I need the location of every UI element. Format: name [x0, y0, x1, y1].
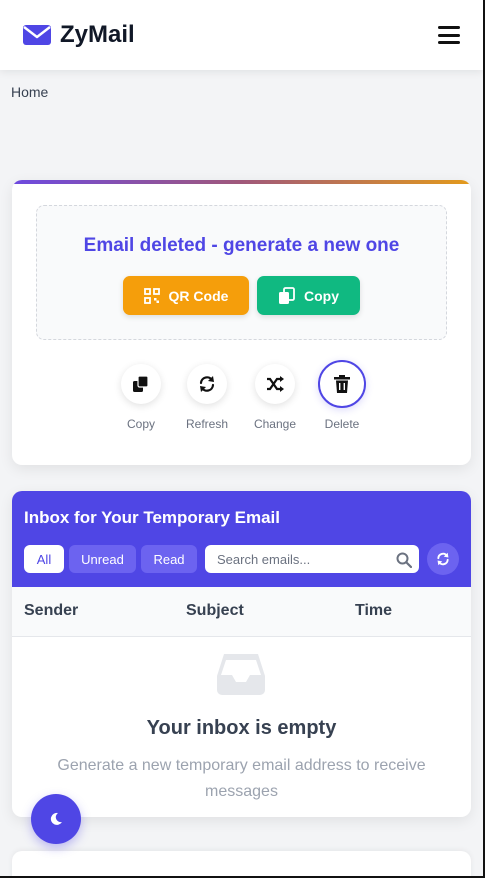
column-subject[interactable]: Subject	[186, 602, 244, 620]
action-refresh[interactable]: Refresh	[177, 364, 237, 431]
dark-mode-toggle[interactable]	[31, 794, 81, 844]
inbox-tray-icon	[217, 654, 265, 695]
brand[interactable]: ZyMail	[22, 21, 135, 49]
qr-code-button[interactable]: QR Code	[123, 276, 249, 315]
action-copy-circle[interactable]	[121, 364, 161, 404]
inbox-card: Inbox for Your Temporary Email All Unrea…	[12, 491, 471, 817]
column-sender[interactable]: Sender	[24, 602, 78, 620]
gradient-accent-bar	[12, 180, 471, 184]
action-change-circle[interactable]	[255, 364, 295, 404]
action-delete[interactable]: Delete	[312, 360, 372, 431]
inbox-table-header: Sender Subject Time	[12, 587, 471, 637]
copy-icon	[133, 375, 149, 392]
copy-email-button[interactable]: Copy	[257, 276, 360, 315]
action-delete-circle[interactable]	[318, 360, 366, 408]
refresh-icon	[199, 376, 215, 392]
action-change-label: Change	[253, 417, 297, 431]
action-copy-label: Copy	[126, 417, 155, 431]
copy-label: Copy	[304, 287, 339, 304]
refresh-icon	[437, 552, 449, 566]
search-icon[interactable]	[396, 552, 412, 568]
filter-read[interactable]: Read	[141, 545, 197, 573]
action-delete-label: Delete	[324, 417, 360, 431]
moon-icon	[50, 812, 62, 825]
qr-code-icon	[143, 287, 160, 304]
empty-inbox-title: Your inbox is empty	[146, 717, 337, 739]
qr-code-label: QR Code	[168, 287, 229, 304]
inbox-refresh-button[interactable]	[427, 543, 459, 575]
filter-all[interactable]: All	[24, 545, 64, 573]
action-refresh-label: Refresh	[185, 417, 229, 431]
email-card: Email deleted - generate a new one QR Co…	[12, 180, 471, 465]
action-copy[interactable]: Copy	[111, 364, 171, 431]
site-header: ZyMail	[0, 0, 483, 70]
next-section-card	[12, 851, 471, 878]
copy-icon	[279, 286, 295, 304]
action-refresh-circle[interactable]	[187, 364, 227, 404]
shuffle-icon	[267, 376, 284, 392]
action-change[interactable]: Change	[245, 364, 305, 431]
filter-unread[interactable]: Unread	[69, 545, 136, 573]
brand-name: ZyMail	[60, 21, 135, 48]
hamburger-icon[interactable]	[438, 26, 460, 44]
empty-inbox-description: Generate a new temporary email address t…	[57, 757, 426, 800]
search-input[interactable]	[205, 545, 419, 573]
inbox-title: Inbox for Your Temporary Email	[24, 508, 280, 527]
column-time[interactable]: Time	[355, 602, 392, 620]
email-status-message: Email deleted - generate a new one	[83, 235, 400, 256]
trash-icon	[334, 375, 350, 393]
inbox-header: Inbox for Your Temporary Email All Unrea…	[12, 491, 471, 587]
breadcrumb-home[interactable]: Home	[11, 84, 48, 100]
envelope-icon	[23, 25, 51, 45]
email-display-box: Email deleted - generate a new one QR Co…	[36, 205, 447, 340]
